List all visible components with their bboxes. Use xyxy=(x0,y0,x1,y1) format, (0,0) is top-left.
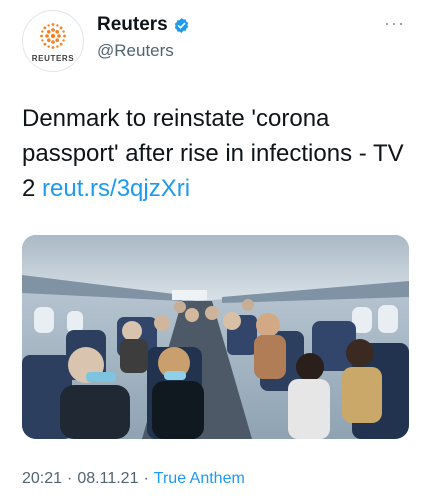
handle[interactable]: @Reuters xyxy=(97,41,174,61)
tweet-source[interactable]: True Anthem xyxy=(154,470,245,488)
tweet: REUTERS Reuters @Reuters ··· Denmark to … xyxy=(0,0,431,500)
tweet-photo[interactable] xyxy=(22,235,409,439)
author-name-row[interactable]: Reuters xyxy=(97,14,190,36)
display-name[interactable]: Reuters xyxy=(97,14,168,36)
tweet-text: Denmark to reinstate 'corona passport' a… xyxy=(22,101,417,206)
verified-badge-icon xyxy=(174,17,188,33)
meta-separator: · xyxy=(143,470,149,487)
airplane-cabin-photo xyxy=(22,235,409,439)
tweet-time[interactable]: 20:21 xyxy=(22,470,62,488)
tweet-date[interactable]: 08.11.21 xyxy=(77,470,138,488)
avatar[interactable]: REUTERS xyxy=(22,10,84,72)
meta-separator: · xyxy=(67,470,73,487)
tweet-meta: 20:21 · 08.11.21 · True Anthem xyxy=(22,470,245,488)
reuters-logo-icon xyxy=(40,23,66,49)
logo-text: REUTERS xyxy=(31,54,75,63)
more-options-icon[interactable]: ··· xyxy=(384,14,405,32)
tweet-link[interactable]: reut.rs/3qjzXri xyxy=(42,175,190,202)
